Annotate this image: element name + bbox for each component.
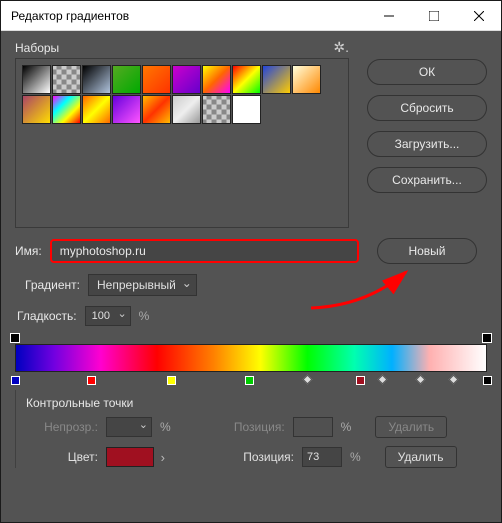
gear-icon[interactable]: ✲. <box>333 39 349 56</box>
color-stop[interactable] <box>356 376 365 385</box>
opacity-unit: % <box>160 420 171 434</box>
color-stop[interactable] <box>245 376 254 385</box>
midpoint-marker[interactable] <box>415 375 425 385</box>
opacity-delete-button: Удалить <box>375 416 447 438</box>
midpoint-marker[interactable] <box>378 375 388 385</box>
presets-label: Наборы <box>15 41 59 55</box>
preset-swatch[interactable] <box>142 95 171 124</box>
preset-swatch[interactable] <box>172 65 201 94</box>
smoothness-unit: % <box>139 309 150 323</box>
preset-swatch[interactable] <box>202 65 231 94</box>
close-button[interactable] <box>456 1 501 31</box>
opacity-stop-right[interactable] <box>482 333 492 343</box>
opacity-stop-left[interactable] <box>10 333 20 343</box>
reset-button[interactable]: Сбросить <box>367 95 487 121</box>
smoothness-select[interactable]: 100 <box>85 306 131 326</box>
opacity-position-input <box>293 417 333 437</box>
preset-swatch[interactable] <box>52 65 81 94</box>
gradient-type-select[interactable]: Непрерывный <box>88 274 197 296</box>
color-position-unit: % <box>350 450 361 464</box>
preset-swatch[interactable] <box>82 95 111 124</box>
gradient-bar[interactable] <box>15 344 487 372</box>
preset-swatch[interactable] <box>22 65 51 94</box>
color-stop[interactable] <box>87 376 96 385</box>
presets-box <box>15 58 349 228</box>
opacity-value <box>106 417 152 437</box>
minimize-button[interactable] <box>366 1 411 31</box>
titlebar: Редактор градиентов <box>1 1 501 31</box>
stops-header: Контрольные точки <box>26 396 487 410</box>
smoothness-label: Гладкость: <box>17 309 77 323</box>
color-position-input[interactable] <box>302 447 342 467</box>
preset-swatch[interactable] <box>112 95 141 124</box>
name-label: Имя: <box>15 244 42 258</box>
preset-swatch[interactable] <box>202 95 231 124</box>
name-input[interactable] <box>50 239 359 263</box>
save-button[interactable]: Сохранить... <box>367 167 487 193</box>
color-stop[interactable] <box>167 376 176 385</box>
color-stop[interactable] <box>11 376 20 385</box>
gradient-type-label: Градиент: <box>25 278 80 292</box>
maximize-button[interactable] <box>411 1 456 31</box>
color-stop[interactable] <box>483 376 492 385</box>
new-button[interactable]: Новый <box>377 238 477 264</box>
ok-button[interactable]: ОК <box>367 59 487 85</box>
preset-swatch[interactable] <box>232 65 261 94</box>
preset-swatch[interactable] <box>172 95 201 124</box>
gradient-editor-window: Редактор градиентов Наборы ✲. ОК Сбросит… <box>0 0 502 523</box>
preset-swatch[interactable] <box>142 65 171 94</box>
preset-swatch[interactable] <box>22 95 51 124</box>
preset-swatch[interactable] <box>112 65 141 94</box>
preset-swatch[interactable] <box>52 95 81 124</box>
preset-swatch[interactable] <box>232 95 261 124</box>
color-delete-button[interactable]: Удалить <box>385 446 457 468</box>
midpoint-marker[interactable] <box>449 375 459 385</box>
load-button[interactable]: Загрузить... <box>367 131 487 157</box>
window-title: Редактор градиентов <box>1 9 366 23</box>
preset-swatch[interactable] <box>262 65 291 94</box>
opacity-position-label: Позиция: <box>217 420 285 434</box>
color-position-label: Позиция: <box>226 450 294 464</box>
midpoint-marker[interactable] <box>302 375 312 385</box>
color-swatch[interactable] <box>106 447 154 467</box>
opacity-position-unit: % <box>341 420 352 434</box>
preset-swatch[interactable] <box>82 65 111 94</box>
color-label: Цвет: <box>26 450 98 464</box>
opacity-label: Непрозр.: <box>26 420 98 434</box>
preset-swatch[interactable] <box>292 65 321 94</box>
